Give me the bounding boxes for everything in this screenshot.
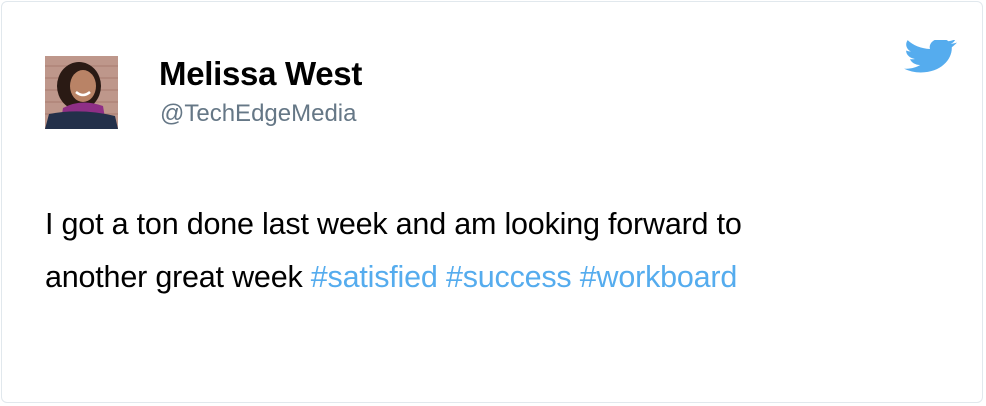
hashtag-link[interactable]: #satisfied bbox=[311, 260, 438, 294]
tweet-text-line: I got a ton done last week and am lookin… bbox=[45, 207, 742, 241]
hashtag-link[interactable]: #success bbox=[446, 260, 572, 294]
tweet-text-segment: another great week bbox=[45, 260, 303, 294]
tweet-text-line: another great week #satisfied #success #… bbox=[45, 251, 945, 304]
author-handle[interactable]: @TechEdgeMedia bbox=[160, 100, 356, 128]
hashtag-link[interactable]: #workboard bbox=[580, 260, 738, 294]
author-avatar[interactable] bbox=[45, 56, 118, 129]
tweet-card: Melissa West @TechEdgeMedia I got a ton … bbox=[1, 1, 983, 403]
author-display-name[interactable]: Melissa West bbox=[159, 55, 362, 93]
avatar-image bbox=[45, 56, 118, 129]
twitter-bird-icon[interactable] bbox=[904, 38, 958, 76]
tweet-body: I got a ton done last week and am lookin… bbox=[45, 198, 945, 304]
